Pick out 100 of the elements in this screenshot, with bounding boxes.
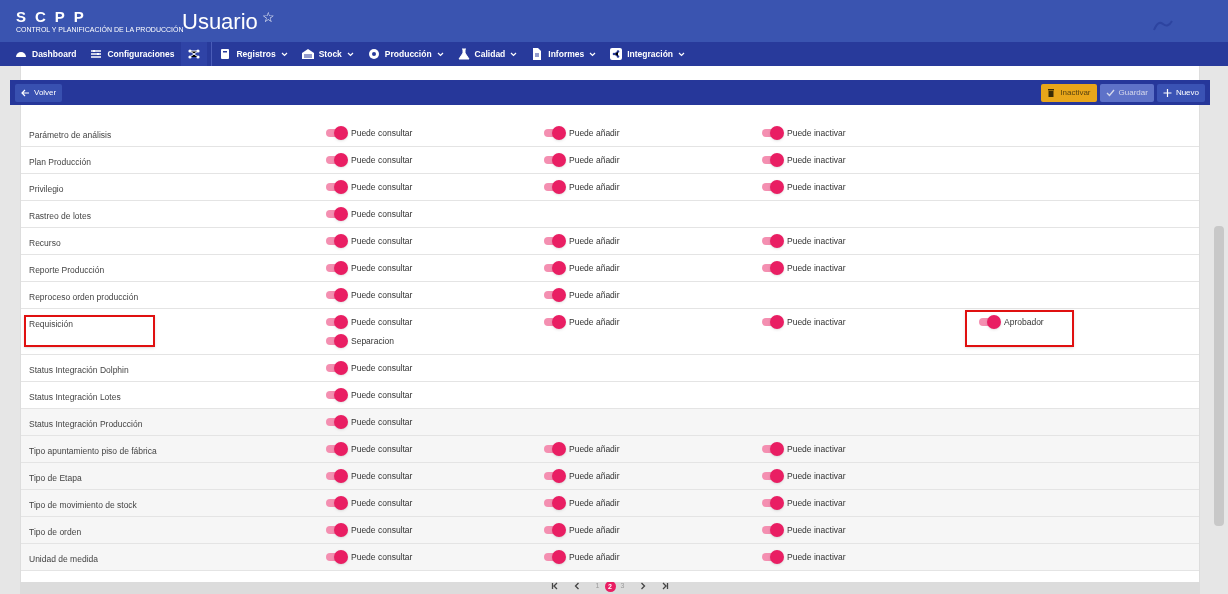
toggle-label: Puede añadir xyxy=(569,524,620,537)
arrow-left-icon xyxy=(21,88,30,97)
nav-item[interactable]: Dashboard xyxy=(8,42,84,66)
toggle-switch[interactable] xyxy=(544,496,566,510)
toggle-switch[interactable] xyxy=(762,469,784,483)
toggle-switch[interactable] xyxy=(762,126,784,140)
toggle-switch[interactable] xyxy=(979,315,1001,329)
toggle-label: Puede añadir xyxy=(569,235,620,248)
permission-name: Tipo de orden xyxy=(29,527,82,537)
toggle-switch[interactable] xyxy=(326,361,348,375)
permission-name: Recurso xyxy=(29,238,61,248)
previous-page-icon xyxy=(572,582,581,590)
toggle-switch[interactable] xyxy=(326,523,348,537)
permission-name: Reporte Producción xyxy=(29,265,105,275)
toggle-switch[interactable] xyxy=(326,288,348,302)
toggle-label: Puede consultar xyxy=(351,127,413,140)
toggle-label: Puede inactivar xyxy=(787,551,846,564)
toggle-label: Puede añadir xyxy=(569,316,620,329)
toggle-label: Separacion xyxy=(351,335,394,348)
permission-name: Requisición xyxy=(24,315,155,347)
toggle-label: Puede inactivar xyxy=(787,524,846,537)
toggle-switch[interactable] xyxy=(762,234,784,248)
check-icon xyxy=(1105,87,1115,98)
toggle-switch[interactable] xyxy=(326,469,348,483)
nav-item[interactable]: Calidad xyxy=(450,42,525,66)
nav-item[interactable]: Stock xyxy=(294,42,361,66)
toggle-label: Puede consultar xyxy=(351,289,413,302)
permission-name: Tipo de movimiento de stock xyxy=(29,500,137,510)
toggle-switch[interactable] xyxy=(544,523,566,537)
toggle-switch[interactable] xyxy=(326,550,348,564)
toggle-label: Puede añadir xyxy=(569,154,620,167)
nav-item[interactable] xyxy=(181,42,208,66)
toggle-switch[interactable] xyxy=(762,523,784,537)
toggle-label: Puede inactivar xyxy=(787,262,846,275)
caret-icon xyxy=(280,51,288,57)
toggle-label: Puede consultar xyxy=(351,443,413,456)
toggle-label: Puede inactivar xyxy=(787,127,846,140)
toggle-label: Puede consultar xyxy=(351,362,413,375)
toggle-switch[interactable] xyxy=(326,315,348,329)
toggle-switch[interactable] xyxy=(544,180,566,194)
last-page-icon xyxy=(661,582,670,590)
toggle-switch[interactable] xyxy=(326,261,348,275)
toggle-switch[interactable] xyxy=(326,153,348,167)
toggle-switch[interactable] xyxy=(544,288,566,302)
toggle-switch[interactable] xyxy=(326,415,348,429)
nav-item[interactable]: Informes xyxy=(524,42,604,66)
toggle-switch[interactable] xyxy=(326,126,348,140)
toggle-label: Puede consultar xyxy=(351,154,413,167)
toggle-switch[interactable] xyxy=(762,261,784,275)
toggle-switch[interactable] xyxy=(326,388,348,402)
plus-icon xyxy=(1162,87,1172,98)
toggle-switch[interactable] xyxy=(762,550,784,564)
sliders-icon xyxy=(90,48,103,60)
book-icon xyxy=(219,48,232,60)
toggle-switch[interactable] xyxy=(762,180,784,194)
page-title: Usuario xyxy=(182,7,258,36)
caret-icon xyxy=(436,51,444,57)
logo: SCPP xyxy=(16,9,93,24)
toggle-switch[interactable] xyxy=(544,234,566,248)
toggle-label: Puede inactivar xyxy=(787,154,846,167)
toggle-switch[interactable] xyxy=(544,469,566,483)
permission-name: Status Integración Lotes xyxy=(29,392,121,402)
toggle-label: Puede consultar xyxy=(351,181,413,194)
toggle-switch[interactable] xyxy=(544,261,566,275)
toggle-label: Puede consultar xyxy=(351,235,413,248)
flask-icon xyxy=(457,48,470,60)
nav-item[interactable]: Producción xyxy=(360,42,451,66)
next-page-icon xyxy=(639,582,648,590)
toggle-label: Puede inactivar xyxy=(787,497,846,510)
nav-item[interactable]: Configuraciones xyxy=(83,42,182,66)
toggle-switch[interactable] xyxy=(326,234,348,248)
deactivate-button[interactable]: Inactivar xyxy=(1041,83,1097,102)
toggle-label: Puede inactivar xyxy=(787,235,846,248)
toggle-label: Puede añadir xyxy=(569,289,620,302)
toggle-switch[interactable] xyxy=(326,496,348,510)
favorite-star[interactable]: ☆ xyxy=(261,6,275,28)
toggle-label: Puede consultar xyxy=(351,262,413,275)
toggle-switch[interactable] xyxy=(326,180,348,194)
toggle-label: Puede consultar xyxy=(351,524,413,537)
toggle-switch[interactable] xyxy=(762,496,784,510)
toggle-label: Puede añadir xyxy=(569,497,620,510)
toggle-switch[interactable] xyxy=(762,315,784,329)
toggle-label: Puede añadir xyxy=(569,127,620,140)
back-button[interactable]: Volver xyxy=(15,83,63,102)
new-button[interactable]: Nuevo xyxy=(1156,83,1205,102)
toggle-switch[interactable] xyxy=(762,153,784,167)
toggle-switch[interactable] xyxy=(544,550,566,564)
permission-name: Tipo apuntamiento piso de fábrica xyxy=(29,446,157,456)
toggle-switch[interactable] xyxy=(544,442,566,456)
toggle-switch[interactable] xyxy=(544,126,566,140)
toggle-switch[interactable] xyxy=(544,153,566,167)
nav-item[interactable]: Integración xyxy=(603,42,693,66)
toggle-switch[interactable] xyxy=(326,207,348,221)
toggle-switch[interactable] xyxy=(544,315,566,329)
toggle-switch[interactable] xyxy=(762,442,784,456)
toggle-switch[interactable] xyxy=(326,442,348,456)
warehouse-icon xyxy=(301,48,314,60)
toggle-switch[interactable] xyxy=(326,334,348,348)
toggle-label: Puede añadir xyxy=(569,443,620,456)
toggle-label: Puede inactivar xyxy=(787,443,846,456)
